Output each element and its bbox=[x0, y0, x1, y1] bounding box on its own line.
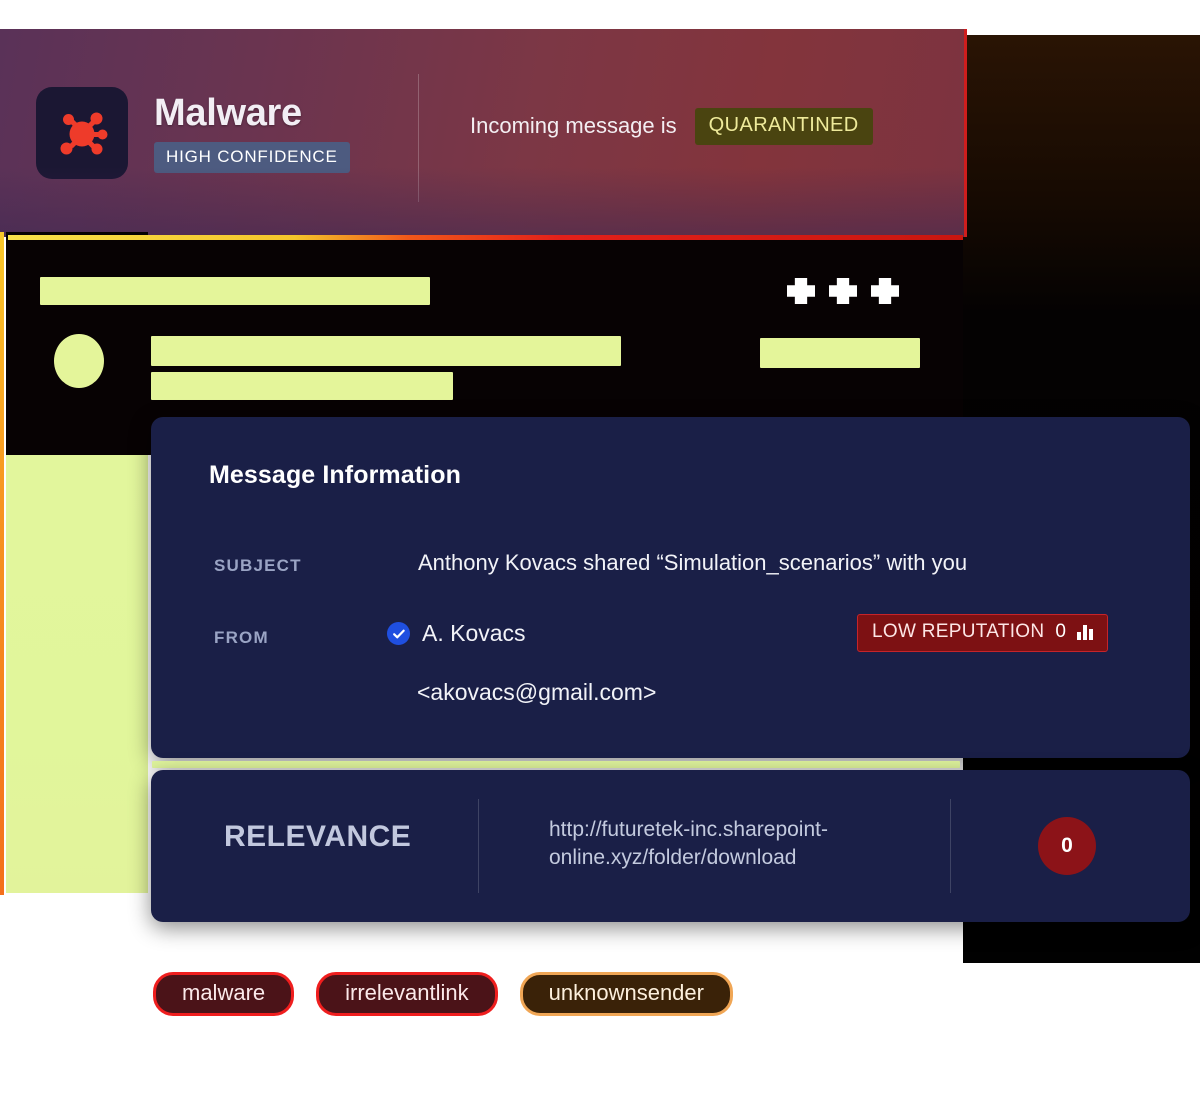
card-title: Message Information bbox=[209, 461, 461, 489]
malware-bug-icon bbox=[36, 87, 128, 179]
tag-irrelevantlink[interactable]: irrelevantlink bbox=[316, 972, 498, 1016]
redacted-recipient-bar bbox=[151, 372, 453, 400]
message-information-card: Message Information SUBJECT Anthony Kova… bbox=[151, 417, 1190, 758]
disposition-label: Incoming message is bbox=[470, 113, 677, 138]
tag-unknownsender[interactable]: unknownsender bbox=[519, 972, 733, 1016]
tag-malware[interactable]: malware bbox=[153, 972, 295, 1016]
card-seam-highlight bbox=[152, 761, 960, 768]
subject-label: SUBJECT bbox=[214, 556, 302, 575]
low-reputation-label: LOW REPUTATION bbox=[872, 621, 1045, 642]
threat-name: Malware bbox=[154, 91, 302, 134]
from-value-row: A. Kovacs bbox=[387, 620, 526, 647]
status-badge-quarantined: QUARANTINED bbox=[694, 107, 873, 145]
relevance-url[interactable]: http://futuretek-inc.sharepoint-online.x… bbox=[549, 816, 899, 871]
subject-value: Anthony Kovacs shared “Simulation_scenar… bbox=[418, 550, 968, 575]
threat-summary: Malware HIGH CONFIDENCE bbox=[154, 94, 350, 173]
banner-divider bbox=[418, 74, 419, 202]
redacted-avatar bbox=[54, 334, 104, 388]
verified-check-icon bbox=[387, 622, 410, 645]
confidence-badge: HIGH CONFIDENCE bbox=[154, 141, 350, 173]
low-reputation-badge[interactable]: LOW REPUTATION 0 bbox=[857, 614, 1109, 652]
redacted-icon-1 bbox=[787, 278, 815, 304]
highlight-block-left bbox=[6, 455, 148, 893]
relevance-divider-right bbox=[950, 799, 951, 893]
redacted-subject-bar bbox=[40, 277, 430, 305]
from-email-address: <akovacs@gmail.com> bbox=[417, 679, 657, 705]
redacted-action-icons bbox=[787, 278, 899, 304]
low-reputation-score: 0 bbox=[1055, 621, 1067, 642]
redacted-sender-bar bbox=[151, 336, 621, 366]
from-label: FROM bbox=[214, 628, 269, 647]
redacted-date-bar bbox=[760, 338, 920, 368]
redacted-icon-3 bbox=[871, 278, 899, 304]
relevance-divider-left bbox=[478, 799, 479, 893]
relevance-title: RELEVANCE bbox=[224, 820, 412, 853]
redacted-icon-2 bbox=[829, 278, 857, 304]
relevance-card: RELEVANCE http://futuretek-inc.sharepoin… bbox=[151, 770, 1190, 922]
accent-rule bbox=[8, 235, 963, 240]
bar-chart-icon bbox=[1077, 624, 1094, 640]
verdict-banner-left: Malware HIGH CONFIDENCE bbox=[36, 29, 350, 237]
from-display-name: A. Kovacs bbox=[422, 620, 526, 646]
verdict-banner-right: Incoming message is QUARANTINED bbox=[470, 29, 873, 237]
severity-rail bbox=[0, 232, 4, 895]
screenshot-root: Malware HIGH CONFIDENCE Incoming message… bbox=[0, 0, 1200, 1116]
threat-tag-list: malware irrelevantlink unknownsender bbox=[153, 972, 733, 1016]
verdict-banner: Malware HIGH CONFIDENCE Incoming message… bbox=[0, 29, 967, 237]
relevance-score-badge: 0 bbox=[1038, 817, 1096, 875]
